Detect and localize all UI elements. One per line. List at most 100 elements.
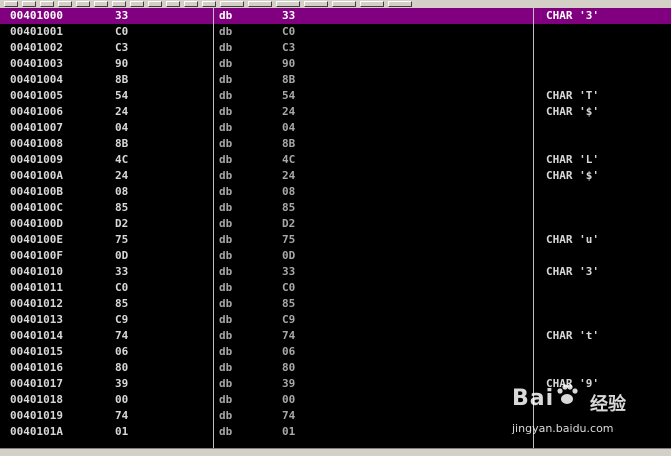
column-divider[interactable] bbox=[533, 8, 534, 448]
address-cell: 00401004 bbox=[10, 73, 63, 86]
address-cell: 0040100C bbox=[10, 201, 63, 214]
disassembly-row[interactable]: 0040100A 24 db 24 CHAR '$' bbox=[0, 168, 671, 184]
disassembly-row[interactable]: 00401009 4C db 4C CHAR 'L' bbox=[0, 152, 671, 168]
operand-cell: C0 bbox=[282, 281, 296, 294]
disassembly-row[interactable]: 00401008 8B db 8B bbox=[0, 136, 671, 152]
address-cell: 0040100F bbox=[10, 249, 63, 262]
address-cell: 0040101A bbox=[10, 425, 63, 438]
operand-cell: C0 bbox=[282, 25, 296, 38]
comment-cell: CHAR '3' bbox=[546, 265, 599, 278]
disassembly-row[interactable]: 0040100D D2 db D2 bbox=[0, 216, 671, 232]
disassembly-row[interactable]: 0040100E 75 db 75 CHAR 'u' bbox=[0, 232, 671, 248]
disassembly-row[interactable]: 00401011 C0 db C0 bbox=[0, 280, 671, 296]
disassembly-row[interactable]: 00401000 33 db 33 CHAR '3' bbox=[0, 8, 671, 24]
disassembly-row[interactable]: 00401013 C9 db C9 bbox=[0, 312, 671, 328]
hex-dump-cell: D2 bbox=[115, 217, 129, 230]
toolbar-button[interactable] bbox=[202, 1, 216, 7]
hex-dump-cell: 24 bbox=[115, 105, 129, 118]
hex-dump-cell: 54 bbox=[115, 89, 129, 102]
opcode-cell: db bbox=[219, 249, 233, 262]
address-cell: 00401016 bbox=[10, 361, 63, 374]
toolbar-button[interactable] bbox=[304, 1, 328, 7]
address-cell: 00401012 bbox=[10, 297, 63, 310]
operand-cell: 24 bbox=[282, 169, 296, 182]
hex-dump-cell: 90 bbox=[115, 57, 129, 70]
disassembly-row[interactable]: 00401002 C3 db C3 bbox=[0, 40, 671, 56]
disassembly-row[interactable]: 00401016 80 db 80 bbox=[0, 360, 671, 376]
toolbar-button[interactable] bbox=[94, 1, 108, 7]
status-bar bbox=[0, 448, 671, 456]
address-cell: 0040100E bbox=[10, 233, 63, 246]
opcode-cell: db bbox=[219, 217, 233, 230]
disassembly-row[interactable]: 00401014 74 db 74 CHAR 't' bbox=[0, 328, 671, 344]
toolbar-button[interactable] bbox=[76, 1, 90, 7]
hex-dump-cell: 33 bbox=[115, 9, 129, 22]
operand-cell: 33 bbox=[282, 9, 296, 22]
toolbar-button[interactable] bbox=[360, 1, 384, 7]
operand-cell: 80 bbox=[282, 361, 296, 374]
operand-cell: 85 bbox=[282, 297, 296, 310]
opcode-cell: db bbox=[219, 41, 233, 54]
disassembly-row[interactable]: 00401007 04 db 04 bbox=[0, 120, 671, 136]
comment-cell: CHAR '3' bbox=[546, 9, 599, 22]
comment-cell: CHAR 'u' bbox=[546, 233, 599, 246]
hex-dump-cell: C9 bbox=[115, 313, 129, 326]
column-divider[interactable] bbox=[213, 8, 214, 448]
toolbar-button[interactable] bbox=[22, 1, 36, 7]
address-cell: 00401009 bbox=[10, 153, 63, 166]
toolbar-button[interactable] bbox=[148, 1, 162, 7]
baidu-jingyan-watermark: Bai 经验 jingyan.baidu.com bbox=[512, 384, 662, 442]
opcode-cell: db bbox=[219, 153, 233, 166]
hex-dump-cell: C0 bbox=[115, 281, 129, 294]
opcode-cell: db bbox=[219, 169, 233, 182]
toolbar-button[interactable] bbox=[112, 1, 126, 7]
address-cell: 00401018 bbox=[10, 393, 63, 406]
disassembly-row[interactable]: 00401001 C0 db C0 bbox=[0, 24, 671, 40]
comment-cell: CHAR 't' bbox=[546, 329, 599, 342]
disassembly-row[interactable]: 0040100F 0D db 0D bbox=[0, 248, 671, 264]
disassembly-row[interactable]: 00401010 33 db 33 CHAR '3' bbox=[0, 264, 671, 280]
opcode-cell: db bbox=[219, 297, 233, 310]
opcode-cell: db bbox=[219, 57, 233, 70]
toolbar-button[interactable] bbox=[4, 1, 18, 7]
comment-cell: CHAR 'L' bbox=[546, 153, 599, 166]
disassembly-row[interactable]: 00401003 90 db 90 bbox=[0, 56, 671, 72]
toolbar-button[interactable] bbox=[248, 1, 272, 7]
address-cell: 0040100A bbox=[10, 169, 63, 182]
comment-cell: CHAR '$' bbox=[546, 105, 599, 118]
toolbar-button[interactable] bbox=[388, 1, 412, 7]
toolbar-button[interactable] bbox=[166, 1, 180, 7]
operand-cell: 90 bbox=[282, 57, 296, 70]
disassembly-row[interactable]: 0040100C 85 db 85 bbox=[0, 200, 671, 216]
operand-cell: 75 bbox=[282, 233, 296, 246]
watermark-cn-text: 经验 bbox=[590, 394, 626, 415]
hex-dump-cell: 04 bbox=[115, 121, 129, 134]
disassembly-row[interactable]: 0040100B 08 db 08 bbox=[0, 184, 671, 200]
address-cell: 00401015 bbox=[10, 345, 63, 358]
disassembly-row[interactable]: 00401005 54 db 54 CHAR 'T' bbox=[0, 88, 671, 104]
hex-dump-cell: 4C bbox=[115, 153, 129, 166]
operand-cell: 85 bbox=[282, 201, 296, 214]
hex-dump-cell: 24 bbox=[115, 169, 129, 182]
address-cell: 00401000 bbox=[10, 9, 63, 22]
disassembly-row[interactable]: 00401006 24 db 24 CHAR '$' bbox=[0, 104, 671, 120]
disassembly-row[interactable]: 00401012 85 db 85 bbox=[0, 296, 671, 312]
opcode-cell: db bbox=[219, 233, 233, 246]
toolbar-button[interactable] bbox=[220, 1, 244, 7]
opcode-cell: db bbox=[219, 313, 233, 326]
toolbar-button[interactable] bbox=[130, 1, 144, 7]
opcode-cell: db bbox=[219, 137, 233, 150]
hex-dump-cell: 8B bbox=[115, 137, 129, 150]
toolbar-button[interactable] bbox=[58, 1, 72, 7]
toolbar-button[interactable] bbox=[184, 1, 198, 7]
toolbar-button[interactable] bbox=[40, 1, 54, 7]
address-cell: 00401006 bbox=[10, 105, 63, 118]
toolbar-button[interactable] bbox=[332, 1, 356, 7]
toolbar-button[interactable] bbox=[276, 1, 300, 7]
disassembly-row[interactable]: 00401015 06 db 06 bbox=[0, 344, 671, 360]
operand-cell: 00 bbox=[282, 393, 296, 406]
watermark-logo-text: Bai bbox=[512, 386, 555, 411]
hex-dump-cell: 33 bbox=[115, 265, 129, 278]
disassembly-row[interactable]: 00401004 8B db 8B bbox=[0, 72, 671, 88]
operand-cell: 74 bbox=[282, 329, 296, 342]
